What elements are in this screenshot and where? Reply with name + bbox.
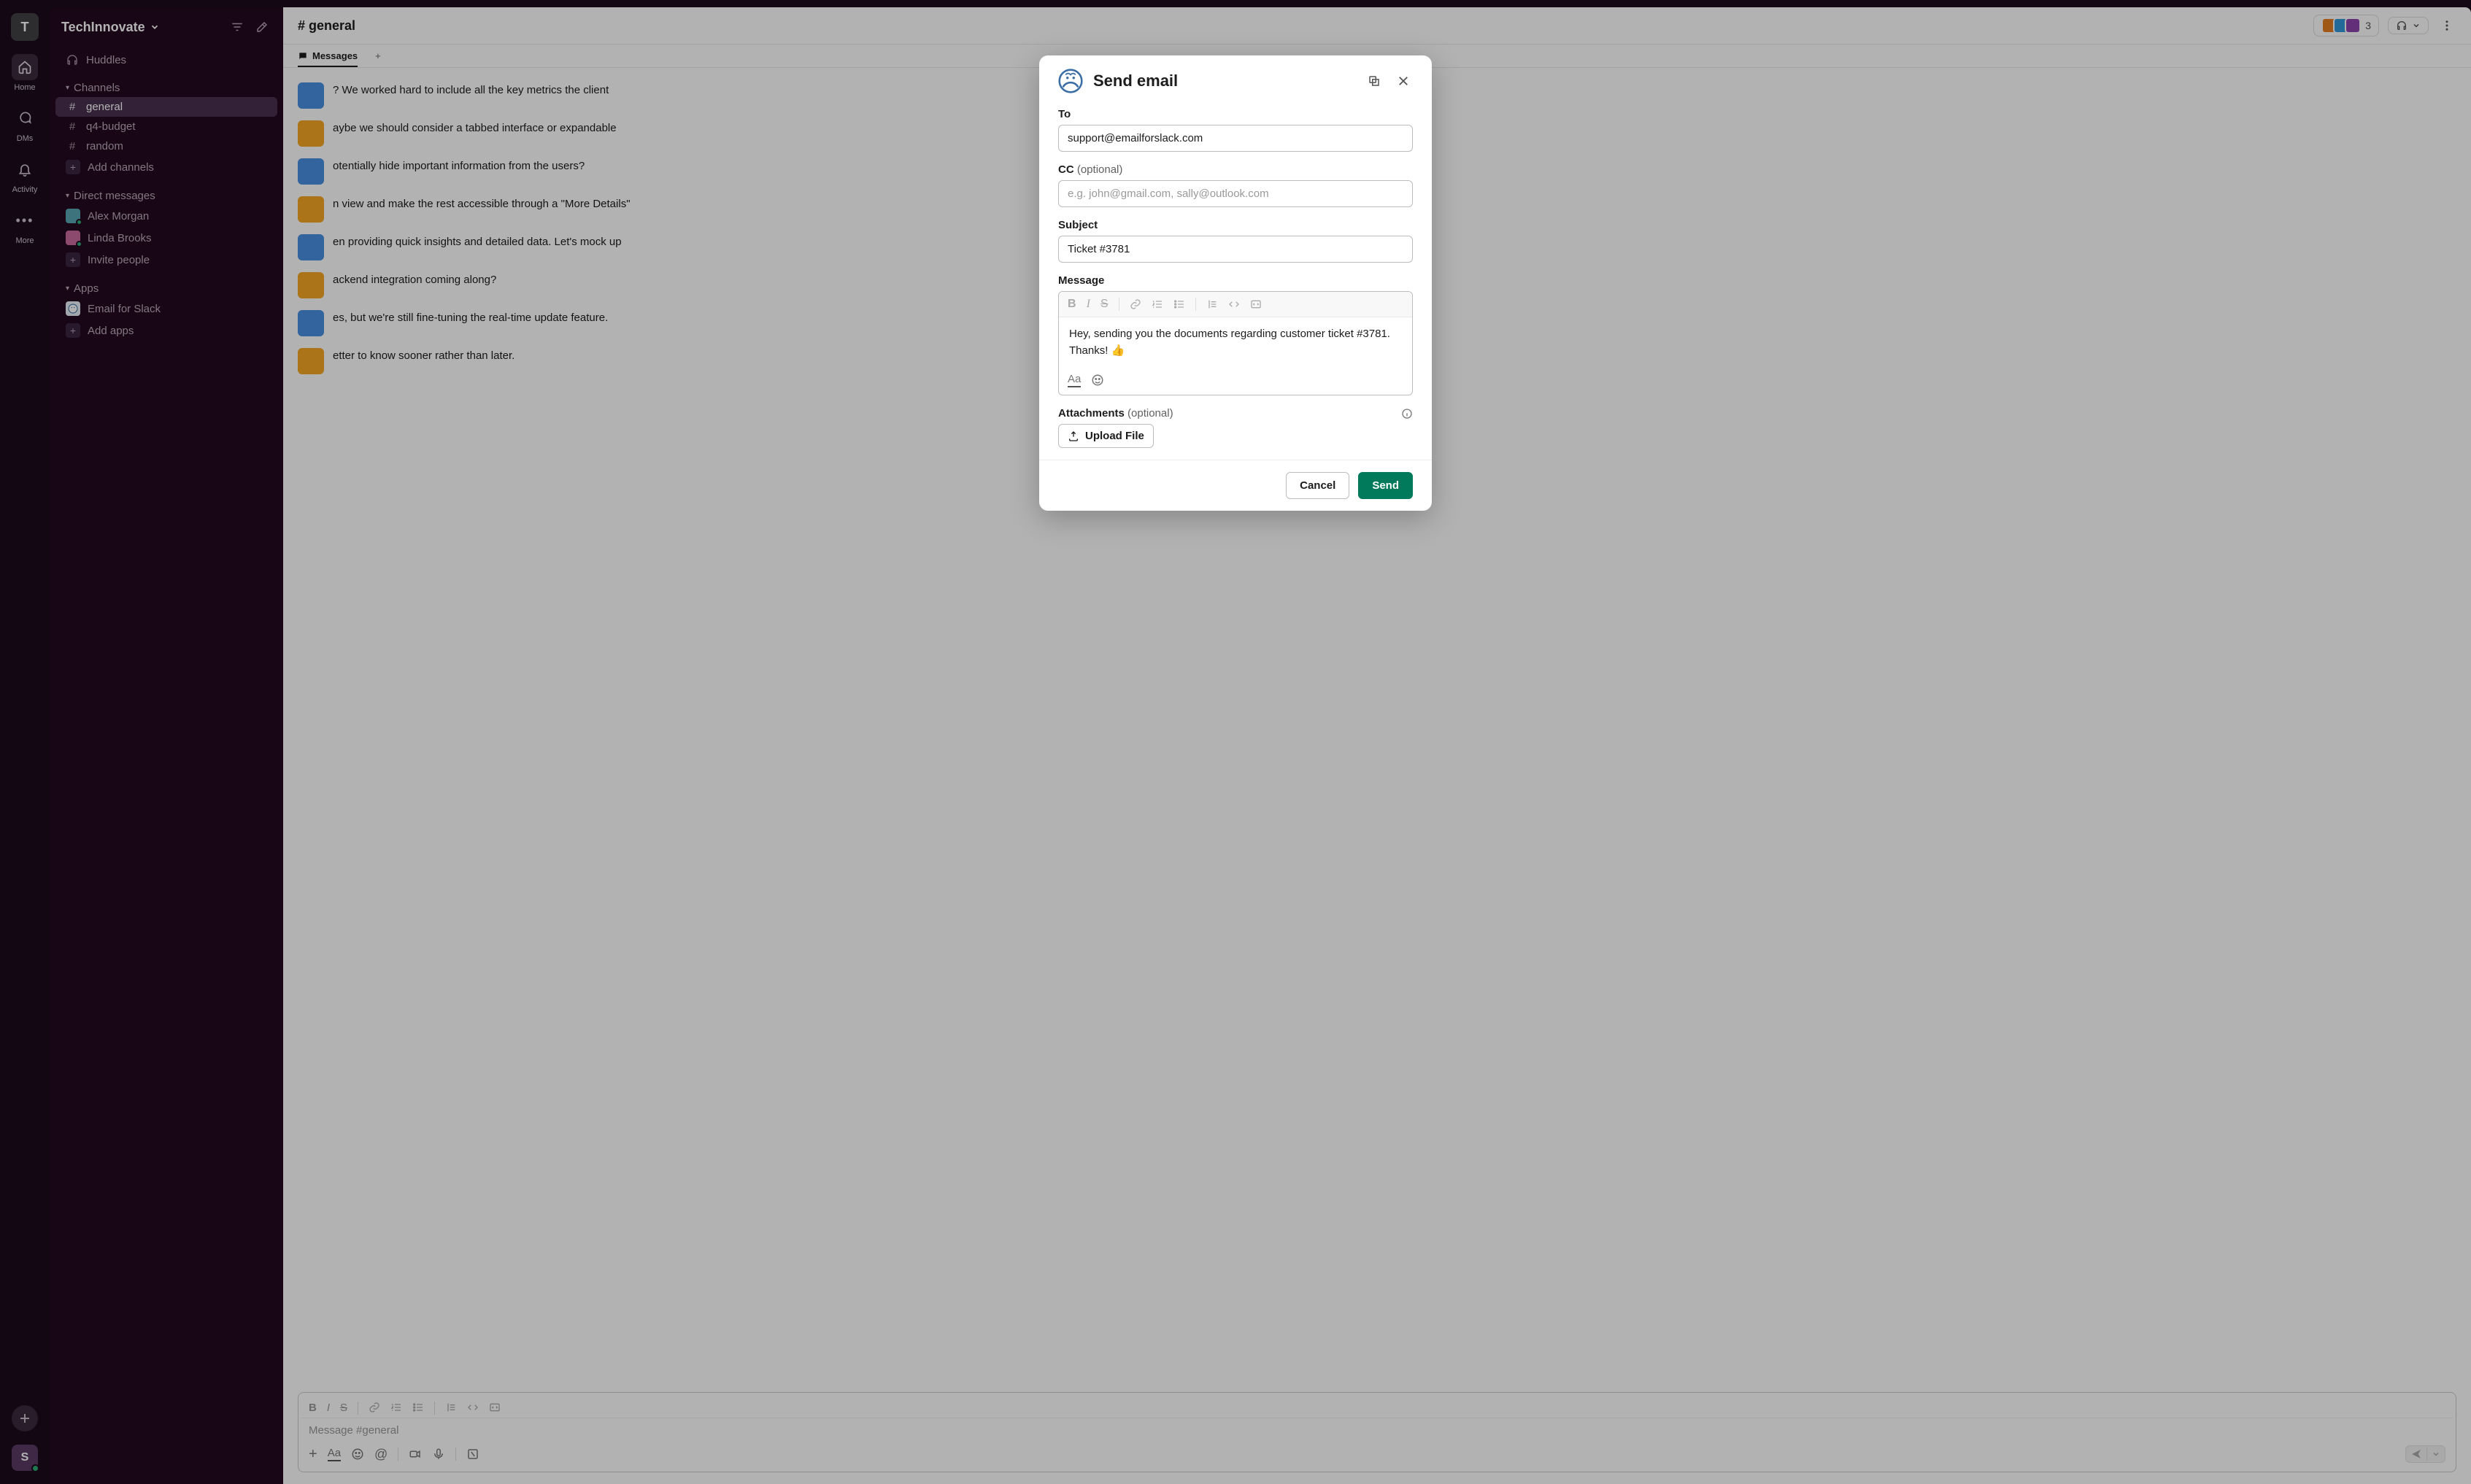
codeblock-icon[interactable] — [1250, 298, 1262, 310]
attachments-info[interactable] — [1401, 408, 1413, 420]
strike-icon[interactable]: S — [1100, 298, 1109, 311]
upload-file-label: Upload File — [1085, 430, 1144, 442]
attachments-label: Attachments (optional) — [1058, 403, 1173, 424]
app-logo — [1058, 69, 1083, 93]
send-button[interactable]: Send — [1358, 472, 1413, 499]
expand-button[interactable] — [1365, 72, 1384, 90]
ol-icon[interactable] — [1152, 298, 1163, 310]
italic-icon[interactable]: I — [1087, 298, 1090, 311]
message-label: Message — [1058, 270, 1413, 291]
ul-icon[interactable] — [1173, 298, 1185, 310]
message-body[interactable]: Hey, sending you the documents regarding… — [1059, 317, 1412, 368]
info-icon — [1401, 408, 1413, 420]
message-editor: B I S Hey, sending you the documents reg… — [1058, 291, 1413, 395]
to-input[interactable] — [1058, 125, 1413, 152]
to-label: To — [1058, 104, 1413, 125]
close-icon — [1397, 74, 1410, 88]
upload-icon — [1068, 430, 1079, 442]
format-toggle-icon[interactable]: Aa — [1068, 373, 1081, 387]
send-email-modal: Send email To CC (optional) Subject Mess… — [1039, 55, 1432, 511]
subject-label: Subject — [1058, 215, 1413, 236]
cancel-button[interactable]: Cancel — [1286, 472, 1349, 499]
editor-toolbar: B I S — [1059, 292, 1412, 317]
subject-input[interactable] — [1058, 236, 1413, 263]
expand-icon — [1368, 74, 1381, 88]
bold-icon[interactable]: B — [1068, 298, 1076, 311]
cc-input[interactable] — [1058, 180, 1413, 207]
quote-icon[interactable] — [1206, 298, 1218, 310]
code-icon[interactable] — [1228, 298, 1240, 310]
link-icon[interactable] — [1130, 298, 1141, 310]
close-button[interactable] — [1394, 72, 1413, 90]
emoji-icon[interactable] — [1091, 374, 1104, 387]
cc-label: CC (optional) — [1058, 159, 1413, 180]
upload-file-button[interactable]: Upload File — [1058, 424, 1154, 448]
modal-title: Send email — [1093, 72, 1354, 90]
